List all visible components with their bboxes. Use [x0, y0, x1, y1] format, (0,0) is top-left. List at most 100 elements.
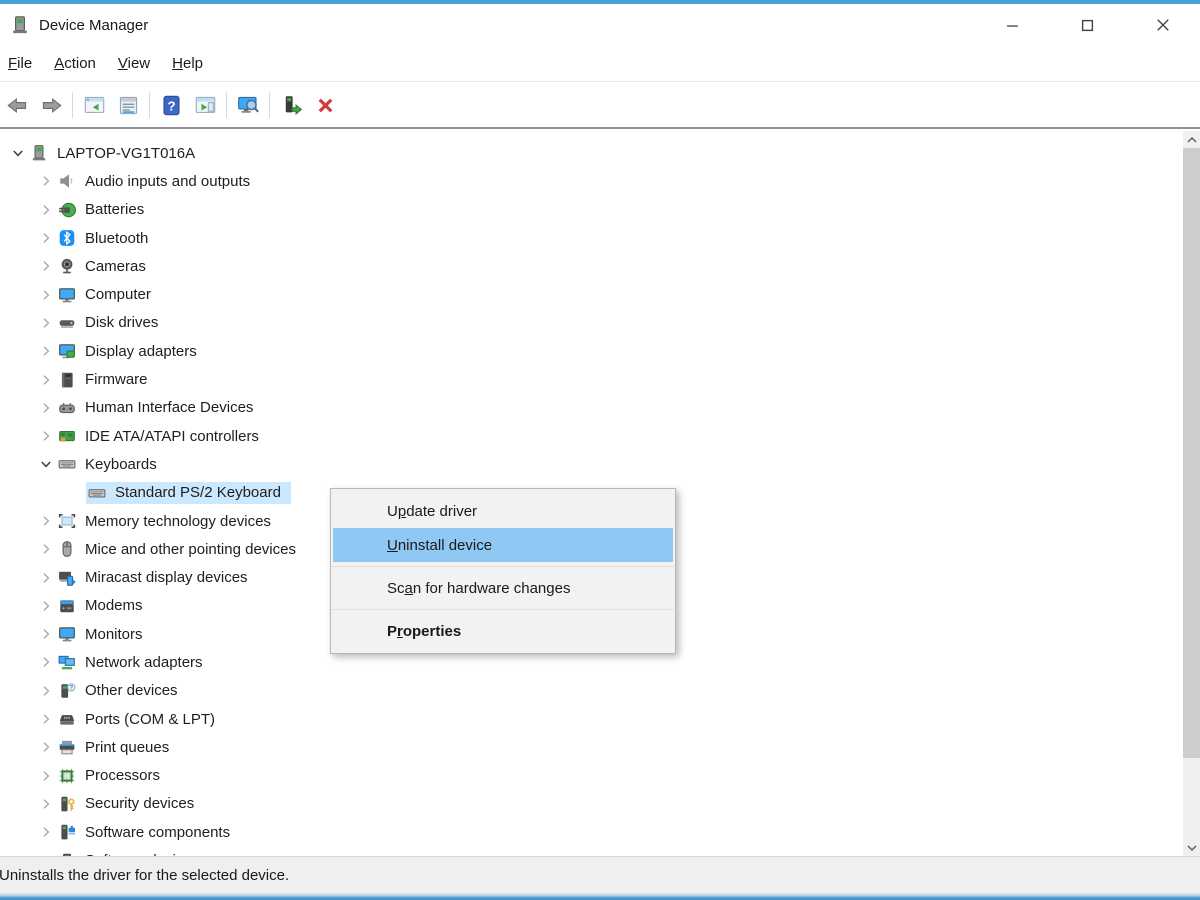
tree-item-label: Firmware — [85, 371, 148, 388]
scroll-down-button[interactable] — [1183, 839, 1200, 856]
tree-item-display-adapters[interactable]: Display adapters — [0, 337, 1183, 365]
context-menu-item-scan-hardware-changes[interactable]: Scan for hardware changes — [333, 571, 673, 605]
titlebar[interactable]: Device Manager — [0, 4, 1200, 46]
tree-item-human-interface-devices[interactable]: Human Interface Devices — [0, 394, 1183, 422]
ports-icon — [58, 710, 76, 728]
chevron-right-icon[interactable] — [36, 824, 56, 840]
chevron-right-icon[interactable] — [36, 768, 56, 784]
chevron-right-icon[interactable] — [36, 683, 56, 699]
menu-view[interactable]: View — [107, 49, 161, 78]
monitor-icon — [58, 625, 76, 643]
scan-hardware-button[interactable] — [231, 88, 265, 122]
tree-item-label: Modems — [85, 597, 143, 614]
tree-item-print-queues[interactable]: Print queues — [0, 733, 1183, 761]
chevron-right-icon[interactable] — [36, 372, 56, 388]
chevron-right-icon[interactable] — [36, 400, 56, 416]
tree-item-label: Print queues — [85, 739, 169, 756]
chevron-right-icon[interactable] — [36, 541, 56, 557]
action-pane-button[interactable] — [188, 88, 222, 122]
context-menu-item-properties[interactable]: Properties — [333, 614, 673, 648]
close-button[interactable] — [1125, 4, 1200, 46]
tree-item-ide-ata-atapi-controllers[interactable]: IDE ATA/ATAPI controllers — [0, 422, 1183, 450]
chevron-down-icon — [1187, 845, 1197, 851]
scan-hardware-icon — [237, 94, 260, 117]
chevron-right-icon[interactable] — [36, 570, 56, 586]
tree-item-label: Ports (COM & LPT) — [85, 711, 215, 728]
action-pane-icon — [194, 94, 217, 117]
tree-item-security-devices[interactable]: Security devices — [0, 790, 1183, 818]
camera-icon — [58, 257, 76, 275]
scrollbar-thumb[interactable] — [1183, 148, 1200, 758]
chevron-right-icon[interactable] — [36, 428, 56, 444]
tree-item-label: Mice and other pointing devices — [85, 541, 296, 558]
tree-item-label: Standard PS/2 Keyboard — [115, 484, 281, 501]
tree-item-cameras[interactable]: Cameras — [0, 252, 1183, 280]
svg-text:?: ? — [167, 98, 175, 113]
tree-item-label: Miracast display devices — [85, 569, 248, 586]
chevron-right-icon[interactable] — [36, 173, 56, 189]
context-menu-item-update-driver[interactable]: Update driver — [333, 494, 673, 528]
update-driver-icon — [280, 94, 303, 117]
tree-item-software-devices[interactable]: Software devices — [0, 846, 1183, 856]
other-devices-icon: ? — [58, 682, 76, 700]
tree-item-label: Computer — [85, 286, 151, 303]
svg-text:?: ? — [69, 684, 73, 691]
back-button[interactable] — [0, 88, 34, 122]
tree-item-ports-com-lpt[interactable]: Ports (COM & LPT) — [0, 705, 1183, 733]
tree-item-batteries[interactable]: Batteries — [0, 196, 1183, 224]
help-button[interactable]: ? — [154, 88, 188, 122]
chevron-right-icon[interactable] — [36, 202, 56, 218]
tree-item-label: Software components — [85, 824, 230, 841]
chevron-right-icon[interactable] — [36, 598, 56, 614]
chevron-right-icon[interactable] — [36, 258, 56, 274]
chevron-right-icon[interactable] — [36, 626, 56, 642]
chevron-right-icon[interactable] — [36, 654, 56, 670]
tree-item-processors[interactable]: Processors — [0, 762, 1183, 790]
chevron-right-icon[interactable] — [36, 796, 56, 812]
close-icon — [1156, 18, 1170, 32]
chevron-right-icon[interactable] — [36, 513, 56, 529]
forward-button[interactable] — [34, 88, 68, 122]
uninstall-device-button[interactable] — [308, 88, 342, 122]
toolbar: ? — [0, 83, 1200, 129]
keyboard-icon — [58, 455, 76, 473]
chevron-right-icon[interactable] — [36, 230, 56, 246]
chevron-right-icon[interactable] — [36, 287, 56, 303]
toolbar-separator — [226, 92, 227, 118]
uninstall-device-icon — [314, 94, 337, 117]
tree-item-keyboards[interactable]: Keyboards — [0, 450, 1183, 478]
tree-item-other-devices[interactable]: ? Other devices — [0, 677, 1183, 705]
window-controls — [975, 4, 1200, 46]
tree-item-firmware[interactable]: Firmware — [0, 365, 1183, 393]
tree-item-label: Human Interface Devices — [85, 399, 253, 416]
menu-help[interactable]: Help — [161, 49, 214, 78]
context-menu-separator — [332, 566, 674, 567]
update-driver-button[interactable] — [274, 88, 308, 122]
menu-file[interactable]: File — [0, 49, 43, 78]
network-adapter-icon — [58, 653, 76, 671]
minimize-button[interactable] — [975, 4, 1050, 46]
window-bottom-accent — [0, 893, 1200, 900]
maximize-button[interactable] — [1050, 4, 1125, 46]
scroll-up-button[interactable] — [1183, 131, 1200, 148]
tree-item-audio-inputs-and-outputs[interactable]: Audio inputs and outputs — [0, 167, 1183, 195]
tree-item-label: Audio inputs and outputs — [85, 173, 250, 190]
chevron-right-icon[interactable] — [36, 711, 56, 727]
chevron-right-icon[interactable] — [36, 739, 56, 755]
tree-item-computer[interactable]: Computer — [0, 280, 1183, 308]
show-console-tree-button[interactable] — [77, 88, 111, 122]
tree-item-bluetooth[interactable]: Bluetooth — [0, 224, 1183, 252]
tree-item-label: Cameras — [85, 258, 146, 275]
context-menu-item-uninstall-device[interactable]: Uninstall device — [333, 528, 673, 562]
tree-item-disk-drives[interactable]: Disk drives — [0, 309, 1183, 337]
security-device-icon — [58, 795, 76, 813]
chevron-right-icon[interactable] — [36, 315, 56, 331]
chevron-down-icon[interactable] — [8, 145, 28, 161]
chevron-down-icon[interactable] — [36, 456, 56, 472]
vertical-scrollbar[interactable] — [1183, 131, 1200, 856]
tree-item-software-components[interactable]: Software components — [0, 818, 1183, 846]
tree-item-laptop-vg1t016a[interactable]: LAPTOP-VG1T016A — [0, 139, 1183, 167]
chevron-right-icon[interactable] — [36, 343, 56, 359]
menu-action[interactable]: Action — [43, 49, 107, 78]
properties-window-button[interactable] — [111, 88, 145, 122]
